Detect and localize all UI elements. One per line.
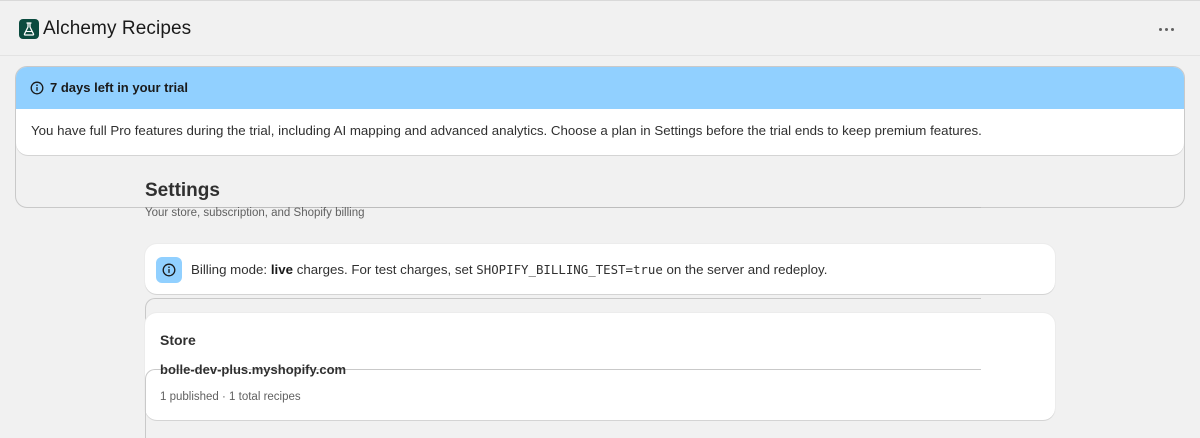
billing-mode-text: Billing mode: live charges. For test cha…: [191, 262, 827, 277]
billing-middle: charges. For test charges, set: [293, 262, 477, 277]
store-domain: bolle-dev-plus.myshopify.com: [160, 362, 347, 377]
page-subtitle: Your store, subscription, and Shopify bi…: [145, 207, 365, 219]
billing-suffix: on the server and redeploy.: [662, 262, 828, 277]
trial-banner-header: 7 days left in your trial: [16, 67, 1184, 109]
trial-banner-body: You have full Pro features during the tr…: [16, 109, 1184, 155]
billing-mode-value: live: [270, 262, 294, 277]
trial-banner-message: You have full Pro features during the tr…: [31, 123, 982, 138]
flask-icon: [19, 19, 39, 39]
app-header: Alchemy Recipes: [0, 0, 1200, 56]
more-actions-button[interactable]: [1152, 18, 1180, 40]
info-icon: [156, 257, 182, 283]
billing-mode-notice: Billing mode: live charges. For test cha…: [145, 244, 1055, 294]
more-horizontal-icon: [1158, 27, 1174, 31]
app-title: Alchemy Recipes: [43, 18, 192, 39]
billing-prefix: Billing mode:: [191, 262, 271, 277]
billing-env-var: SHOPIFY_BILLING_TEST=true: [476, 262, 663, 277]
store-card-title: Store: [160, 332, 196, 348]
page-title: Settings: [145, 180, 220, 201]
store-recipe-stats: 1 published · 1 total recipes: [160, 391, 301, 403]
info-icon: [30, 81, 44, 95]
trial-banner-title: 7 days left in your trial: [50, 80, 188, 95]
store-card: Store bolle-dev-plus.myshopify.com 1 pub…: [145, 313, 1055, 429]
